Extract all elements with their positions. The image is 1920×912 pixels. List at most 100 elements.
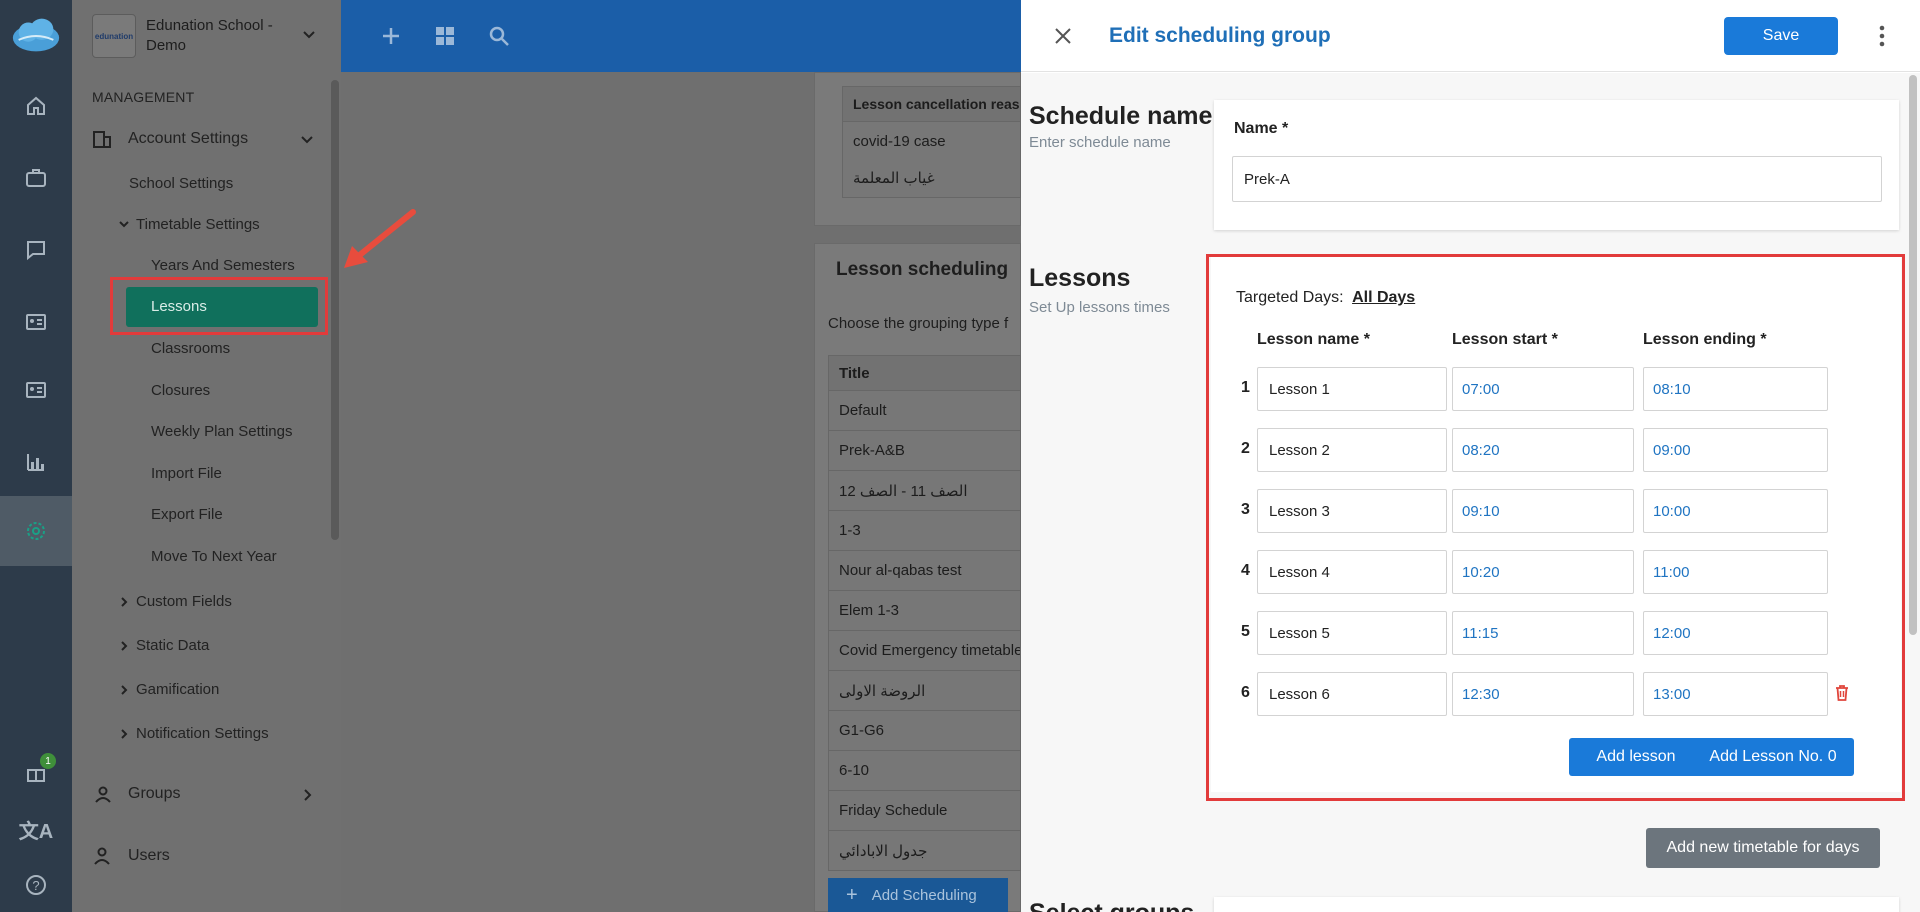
lesson-start-input[interactable]: 12:30 <box>1452 672 1634 716</box>
lesson-end-input[interactable]: 09:00 <box>1643 428 1828 472</box>
lesson-name-input[interactable]: Lesson 5 <box>1257 611 1447 655</box>
add-scheduling-label: Add Scheduling <box>871 886 977 904</box>
row-number: 6 <box>1241 684 1250 701</box>
sidebar-item-classrooms[interactable]: Classrooms <box>151 340 230 357</box>
home-icon[interactable] <box>0 70 72 142</box>
table-row[interactable]: جدول الابادائي <box>828 831 1021 871</box>
scheduling-title: Lesson scheduling <box>836 259 1009 280</box>
sidebar-item-years-and-semesters[interactable]: Years And Semesters <box>151 257 295 274</box>
sidebar-item-notification-settings[interactable]: Notification Settings <box>136 725 269 742</box>
table-header-title: Title <box>828 355 1021 391</box>
chevron-down-icon[interactable] <box>118 218 130 230</box>
school-name: Edunation School - Demo <box>146 17 273 54</box>
bar-chart-icon[interactable] <box>0 426 72 498</box>
lesson-name-input[interactable]: Lesson 4 <box>1257 550 1447 594</box>
sidebar-item-timetable-settings[interactable]: Timetable Settings <box>136 216 260 233</box>
save-button[interactable]: Save <box>1724 17 1838 55</box>
lesson-name-input[interactable]: Lesson 1 <box>1257 367 1447 411</box>
targeted-days: Targeted Days: All Days <box>1236 289 1415 307</box>
chevron-right-icon[interactable] <box>119 640 129 652</box>
table-row[interactable]: 1-3 <box>828 511 1021 551</box>
lesson-start-input[interactable]: 11:15 <box>1452 611 1634 655</box>
sidebar-item-export-file[interactable]: Export File <box>151 506 223 523</box>
drawer-body: Schedule name Enter schedule name Name *… <box>1021 73 1920 912</box>
drawer-title: Edit scheduling group <box>1109 24 1331 47</box>
add-scheduling-button[interactable]: + Add Scheduling <box>828 878 1008 912</box>
plus-icon: + <box>846 883 858 906</box>
help-icon[interactable]: ? <box>0 849 72 912</box>
id-card-icon[interactable] <box>0 286 72 358</box>
sidebar-item-weekly-plan-settings[interactable]: Weekly Plan Settings <box>151 423 292 440</box>
targeted-days-link[interactable]: All Days <box>1352 289 1415 306</box>
lesson-start-input[interactable]: 10:20 <box>1452 550 1634 594</box>
sidebar-item-static-data[interactable]: Static Data <box>136 637 209 654</box>
school-logo: edunation <box>92 14 136 58</box>
table-row[interactable]: 6-10 <box>828 751 1021 791</box>
sidebar-item-school-settings[interactable]: School Settings <box>129 175 233 192</box>
sidebar-item-lessons[interactable]: Lessons <box>151 298 207 315</box>
lesson-end-input[interactable]: 08:10 <box>1643 367 1828 411</box>
plus-icon[interactable] <box>379 24 403 48</box>
name-input[interactable]: Prek-A <box>1232 156 1882 202</box>
nav-rail: 1 文A ? <box>0 0 72 912</box>
chevron-down-icon[interactable] <box>300 132 314 146</box>
sidebar-item-custom-fields[interactable]: Custom Fields <box>136 593 232 610</box>
sidebar-item-users[interactable]: Users <box>128 847 170 865</box>
chevron-down-icon[interactable] <box>301 26 317 42</box>
lesson-name-input[interactable]: Lesson 2 <box>1257 428 1447 472</box>
sidebar-item-closures[interactable]: Closures <box>151 382 210 399</box>
name-label: Name * <box>1234 120 1289 137</box>
sidebar-scrollbar[interactable] <box>331 80 339 540</box>
lesson-name-input[interactable]: Lesson 3 <box>1257 489 1447 533</box>
chevron-right-icon[interactable] <box>302 788 312 802</box>
sidebar-item-account-settings[interactable]: Account Settings <box>128 130 248 148</box>
table-row[interactable]: Nour al-qabas test <box>828 551 1021 591</box>
table-row[interactable]: Prek-A&B <box>828 431 1021 471</box>
lesson-start-input[interactable]: 08:20 <box>1452 428 1634 472</box>
grid-icon[interactable] <box>433 24 457 48</box>
lesson-start-input[interactable]: 07:00 <box>1452 367 1634 411</box>
briefcase-icon[interactable] <box>0 142 72 214</box>
col-lesson-name: Lesson name * <box>1257 331 1370 348</box>
lesson-end-input[interactable]: 11:00 <box>1643 550 1828 594</box>
lesson-end-input[interactable]: 13:00 <box>1643 672 1828 716</box>
chat-icon[interactable] <box>0 214 72 286</box>
table-row: covid-19 case <box>842 122 1021 162</box>
school-switcher[interactable]: edunation Edunation School - Demo <box>72 0 341 72</box>
table-row[interactable]: الروضة الاولى <box>828 671 1021 711</box>
chevron-right-icon[interactable] <box>119 684 129 696</box>
search-icon[interactable] <box>487 24 511 48</box>
lessons-heading: Lessons <box>1029 264 1131 292</box>
lesson-end-input[interactable]: 10:00 <box>1643 489 1828 533</box>
cloud-logo-icon[interactable] <box>0 0 72 72</box>
sidebar-item-groups[interactable]: Groups <box>128 785 180 803</box>
chevron-right-icon[interactable] <box>119 596 129 608</box>
trash-icon[interactable] <box>1834 684 1850 702</box>
sidebar-item-import-file[interactable]: Import File <box>151 465 222 482</box>
table-row[interactable]: G1-G6 <box>828 711 1021 751</box>
user-icon <box>94 847 110 865</box>
lesson-end-input[interactable]: 12:00 <box>1643 611 1828 655</box>
sidebar-item-gamification[interactable]: Gamification <box>136 681 219 698</box>
profile-card-icon[interactable] <box>0 354 72 426</box>
table-row[interactable]: Covid Emergency timetable <box>828 631 1021 671</box>
table-row[interactable]: Elem 1-3 <box>828 591 1021 631</box>
targeted-days-label: Targeted Days: <box>1236 289 1344 306</box>
add-lesson-button[interactable]: Add lesson <box>1569 738 1703 776</box>
lesson-name-input[interactable]: Lesson 6 <box>1257 672 1447 716</box>
chevron-right-icon[interactable] <box>119 728 129 740</box>
table-row[interactable]: Friday Schedule <box>828 791 1021 831</box>
lesson-start-input[interactable]: 09:10 <box>1452 489 1634 533</box>
table-row[interactable]: الصف 11 - الصف 12 <box>828 471 1021 511</box>
table-row[interactable]: Default <box>828 391 1021 431</box>
sidebar-item-move-to-next-year[interactable]: Move To Next Year <box>151 548 277 565</box>
drawer-scrollbar[interactable] <box>1909 75 1917 635</box>
more-vertical-icon[interactable] <box>1879 24 1885 48</box>
highlight-box <box>110 277 328 335</box>
add-lesson-zero-button[interactable]: Add Lesson No. 0 <box>1692 738 1854 776</box>
close-icon[interactable] <box>1054 27 1072 45</box>
gear-icon[interactable] <box>0 496 72 566</box>
management-label: MANAGEMENT <box>92 89 195 105</box>
col-lesson-ending: Lesson ending * <box>1643 331 1767 348</box>
add-timetable-button[interactable]: Add new timetable for days <box>1646 828 1880 868</box>
